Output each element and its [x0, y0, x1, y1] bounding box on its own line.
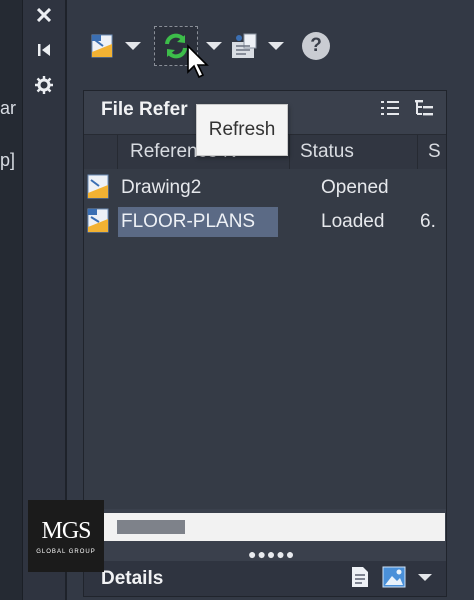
details-dropdown-caret-icon[interactable]	[418, 573, 432, 581]
list-view-icon[interactable]	[380, 99, 400, 117]
file-references-panel: File Refer Reference N Status S Drawing2…	[83, 90, 447, 597]
logo-mark: MGS	[41, 517, 91, 544]
column-header-size-label: S	[428, 141, 441, 162]
details-section: Details	[84, 561, 446, 596]
details-view-icon[interactable]	[350, 566, 370, 588]
cut-text-2: p]	[0, 150, 16, 170]
column-header-spacer	[84, 135, 118, 169]
external-files-button[interactable]	[230, 26, 284, 66]
attach-dropdown-caret-icon[interactable]	[125, 42, 141, 50]
attach-dwg-button[interactable]	[89, 26, 141, 66]
external-references-palette: ? File Refer Reference N Status S Drawin…	[67, 0, 474, 600]
reference-name: FLOOR-PLANS	[118, 207, 278, 237]
reference-size: 6.	[420, 211, 436, 232]
scrollbar-thumb[interactable]	[117, 520, 185, 534]
attach-dwg-icon	[91, 34, 113, 58]
xref-file-icon	[87, 208, 109, 233]
column-header-size[interactable]: S	[418, 135, 446, 169]
settings-icon[interactable]	[23, 72, 65, 98]
help-button[interactable]: ?	[302, 26, 330, 66]
details-buttons	[350, 566, 432, 588]
column-header-status-label: Status	[300, 141, 354, 162]
tree-view-icon[interactable]	[414, 99, 434, 117]
logo-subtitle: GLOBAL GROUP	[36, 548, 96, 555]
close-icon[interactable]	[23, 2, 65, 28]
cut-text-1: ar	[0, 98, 17, 118]
splitter-grip-icon[interactable]: ●●●●●	[248, 546, 295, 562]
left-window-strip: ar p]	[0, 0, 23, 600]
column-header-status[interactable]: Status	[290, 135, 418, 169]
horizontal-scrollbar[interactable]	[100, 513, 445, 541]
mouse-cursor-icon	[187, 44, 209, 79]
list-item-selected[interactable]: FLOOR-PLANS Loaded 6.	[84, 205, 446, 239]
watermark-logo: MGS GLOBAL GROUP	[28, 500, 104, 572]
preview-icon[interactable]	[382, 566, 406, 588]
view-mode-buttons	[380, 99, 434, 117]
reference-list: Drawing2 Opened FLOOR-PLANS Loaded 6.	[84, 169, 446, 509]
external-files-icon	[232, 33, 257, 58]
panel-title: File Refer	[101, 99, 188, 120]
drawing-file-icon	[87, 174, 109, 199]
refresh-tooltip: Refresh	[196, 104, 288, 156]
reference-status: Opened	[321, 177, 389, 198]
reference-status: Loaded	[321, 211, 385, 232]
reference-name: Drawing2	[121, 177, 202, 198]
list-item[interactable]: Drawing2 Opened	[84, 171, 446, 205]
palette-toolbar: ?	[67, 20, 474, 75]
help-icon: ?	[302, 32, 330, 60]
details-title: Details	[101, 568, 164, 589]
collapse-icon[interactable]	[23, 37, 65, 63]
external-files-dropdown-caret-icon[interactable]	[268, 42, 284, 50]
